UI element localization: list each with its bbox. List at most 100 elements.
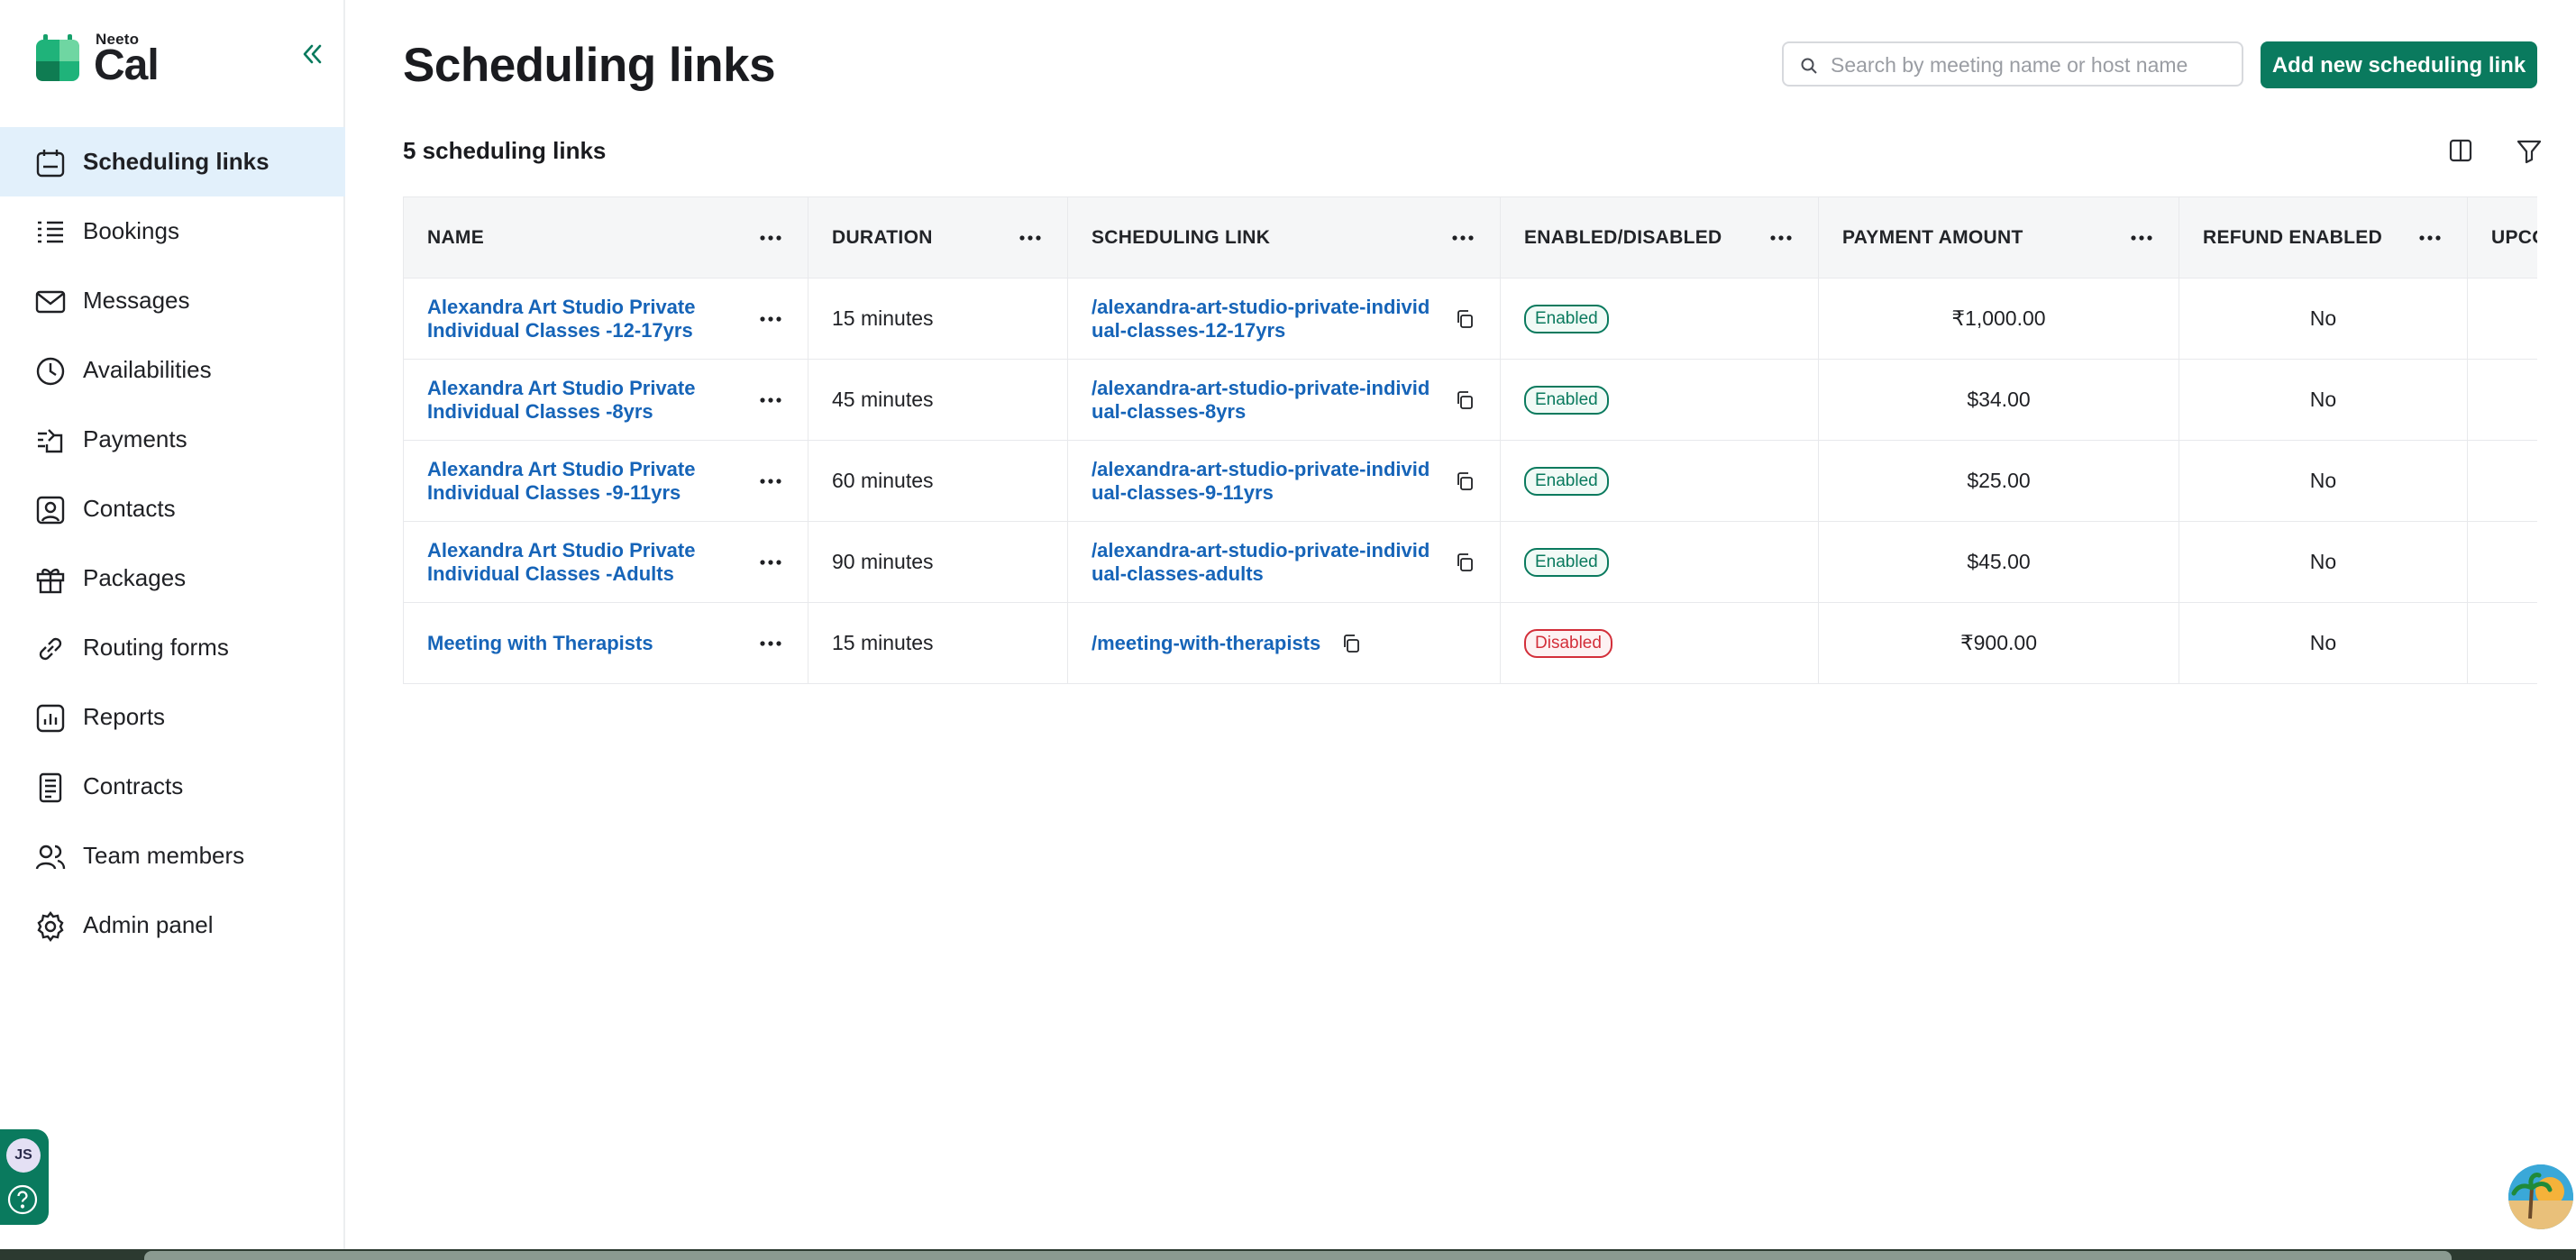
link-cell: /meeting-with-therapists [1067,602,1501,684]
payment-cell: $45.00 [1818,521,2179,603]
help-icon[interactable] [6,1183,39,1216]
sidebar-item-contacts[interactable]: Contacts [0,474,345,543]
meeting-name-link[interactable]: Alexandra Art Studio Private Individual … [427,458,707,505]
copy-icon[interactable] [1454,470,1475,492]
meeting-name-link[interactable]: Alexandra Art Studio Private Individual … [427,296,707,342]
sidebar-item-label: Payments [83,425,187,452]
more-options-icon[interactable] [1449,229,1476,247]
column-header-duration[interactable]: DURATION [808,196,1068,278]
more-options-icon[interactable] [1768,229,1795,247]
name-cell: Alexandra Art Studio Private Individual … [403,521,808,603]
calendar-logo-icon [36,34,79,81]
columns-icon[interactable] [2445,135,2476,166]
name-cell: Meeting with Therapists [403,602,808,684]
table-row[interactable]: Alexandra Art Studio Private Individual … [403,278,2537,360]
sidebar-item-scheduling-links[interactable]: Scheduling links [0,127,345,196]
add-new-scheduling-link-button[interactable]: Add new scheduling link [2261,41,2537,88]
link-cell: /alexandra-art-studio-private-individual… [1067,278,1501,360]
duration-cell: 15 minutes [808,278,1068,360]
refund-cell: No [2179,440,2468,522]
scheduling-link[interactable]: /alexandra-art-studio-private-individual… [1092,539,1434,586]
payment-cell: $25.00 [1818,440,2179,522]
sidebar-nav: Scheduling links Bookings Messages Avail… [0,127,345,960]
table-row[interactable]: Alexandra Art Studio Private Individual … [403,521,2537,603]
copy-icon[interactable] [1454,308,1475,330]
meeting-name-link[interactable]: Alexandra Art Studio Private Individual … [427,377,707,424]
more-options-icon[interactable] [757,229,784,247]
column-header-name[interactable]: NAME [403,196,808,278]
row-more-options-icon[interactable] [757,472,784,490]
scheduling-link[interactable]: /alexandra-art-studio-private-individual… [1092,377,1434,424]
name-cell: Alexandra Art Studio Private Individual … [403,359,808,441]
column-header-refund-enabled[interactable]: REFUND ENABLED [2179,196,2468,278]
status-badge: Enabled [1524,466,1609,496]
status-cell: Enabled [1500,359,1819,441]
column-label: SCHEDULING LINK [1092,226,1271,248]
search-input[interactable] [1829,50,2229,79]
sidebar-item-packages[interactable]: Packages [0,543,345,613]
sidebar-item-label: Team members [83,842,245,869]
column-header-payment-amount[interactable]: PAYMENT AMOUNT [1818,196,2179,278]
column-label: ENABLED/DISABLED [1524,226,1722,248]
status-cell: Enabled [1500,521,1819,603]
column-header-upcoming[interactable]: UPCO [2467,196,2537,278]
meeting-name-link[interactable]: Alexandra Art Studio Private Individual … [427,539,707,586]
payment-cell: ₹900.00 [1818,602,2179,684]
column-header-enabled-disabled[interactable]: ENABLED/DISABLED [1500,196,1819,278]
status-cell: Enabled [1500,278,1819,360]
sidebar-item-label: Routing forms [83,634,229,661]
upcoming-cell [2467,278,2537,360]
table-header-row: NAME DURATION SCHEDULING LINK ENABLED/DI… [403,196,2537,278]
column-label: PAYMENT AMOUNT [1842,226,2023,248]
row-more-options-icon[interactable] [757,553,784,571]
table-row[interactable]: Meeting with Therapists 15 minutes /meet… [403,602,2537,684]
search-box[interactable] [1782,41,2243,87]
more-options-icon[interactable] [1017,229,1044,247]
copy-icon[interactable] [1454,552,1475,573]
duration-cell: 15 minutes [808,602,1068,684]
gift-icon [34,563,67,596]
upcoming-cell [2467,440,2537,522]
row-more-options-icon[interactable] [757,635,784,653]
sidebar-item-messages[interactable]: Messages [0,266,345,335]
column-label: REFUND ENABLED [2203,226,2383,248]
copy-icon[interactable] [1340,633,1362,654]
collapse-sidebar-icon[interactable] [296,38,328,70]
scheduling-link[interactable]: /alexandra-art-studio-private-individual… [1092,458,1434,505]
users-icon [34,841,67,873]
sidebar-item-contracts[interactable]: Contracts [0,752,345,821]
search-icon [1800,57,1818,75]
scheduling-link[interactable]: /meeting-with-therapists [1092,632,1320,655]
status-badge: Enabled [1524,385,1609,415]
row-more-options-icon[interactable] [757,310,784,328]
table-row[interactable]: Alexandra Art Studio Private Individual … [403,440,2537,522]
avatar[interactable]: JS [6,1138,41,1173]
filter-icon[interactable] [2514,135,2544,166]
column-header-scheduling-link[interactable]: SCHEDULING LINK [1067,196,1501,278]
link-icon [34,633,67,665]
meeting-name-link[interactable]: Meeting with Therapists [427,632,653,655]
mail-icon [34,286,67,318]
sidebar-item-admin-panel[interactable]: Admin panel [0,890,345,960]
sidebar-item-availabilities[interactable]: Availabilities [0,335,345,405]
sidebar-item-payments[interactable]: Payments [0,405,345,474]
link-cell: /alexandra-art-studio-private-individual… [1067,359,1501,441]
sidebar-item-label: Messages [83,287,190,314]
more-options-icon[interactable] [2416,229,2444,247]
sidebar-item-reports[interactable]: Reports [0,682,345,752]
row-more-options-icon[interactable] [757,391,784,409]
sidebar-item-label: Scheduling links [83,148,269,175]
table-row[interactable]: Alexandra Art Studio Private Individual … [403,359,2537,441]
sidebar-item-bookings[interactable]: Bookings [0,196,345,266]
sidebar-item-label: Admin panel [83,911,214,938]
more-options-icon[interactable] [2128,229,2155,247]
sidebar-item-team-members[interactable]: Team members [0,821,345,890]
neeto-cal-logo[interactable]: Neeto Cal [36,29,180,89]
status-badge: Enabled [1524,547,1609,577]
sidebar-item-routing-forms[interactable]: Routing forms [0,613,345,682]
logo-text-cal: Cal [94,41,160,89]
scheduling-link[interactable]: /alexandra-art-studio-private-individual… [1092,296,1434,342]
copy-icon[interactable] [1454,389,1475,411]
chat-widget-button[interactable] [2508,1164,2573,1229]
column-label: NAME [427,226,485,248]
